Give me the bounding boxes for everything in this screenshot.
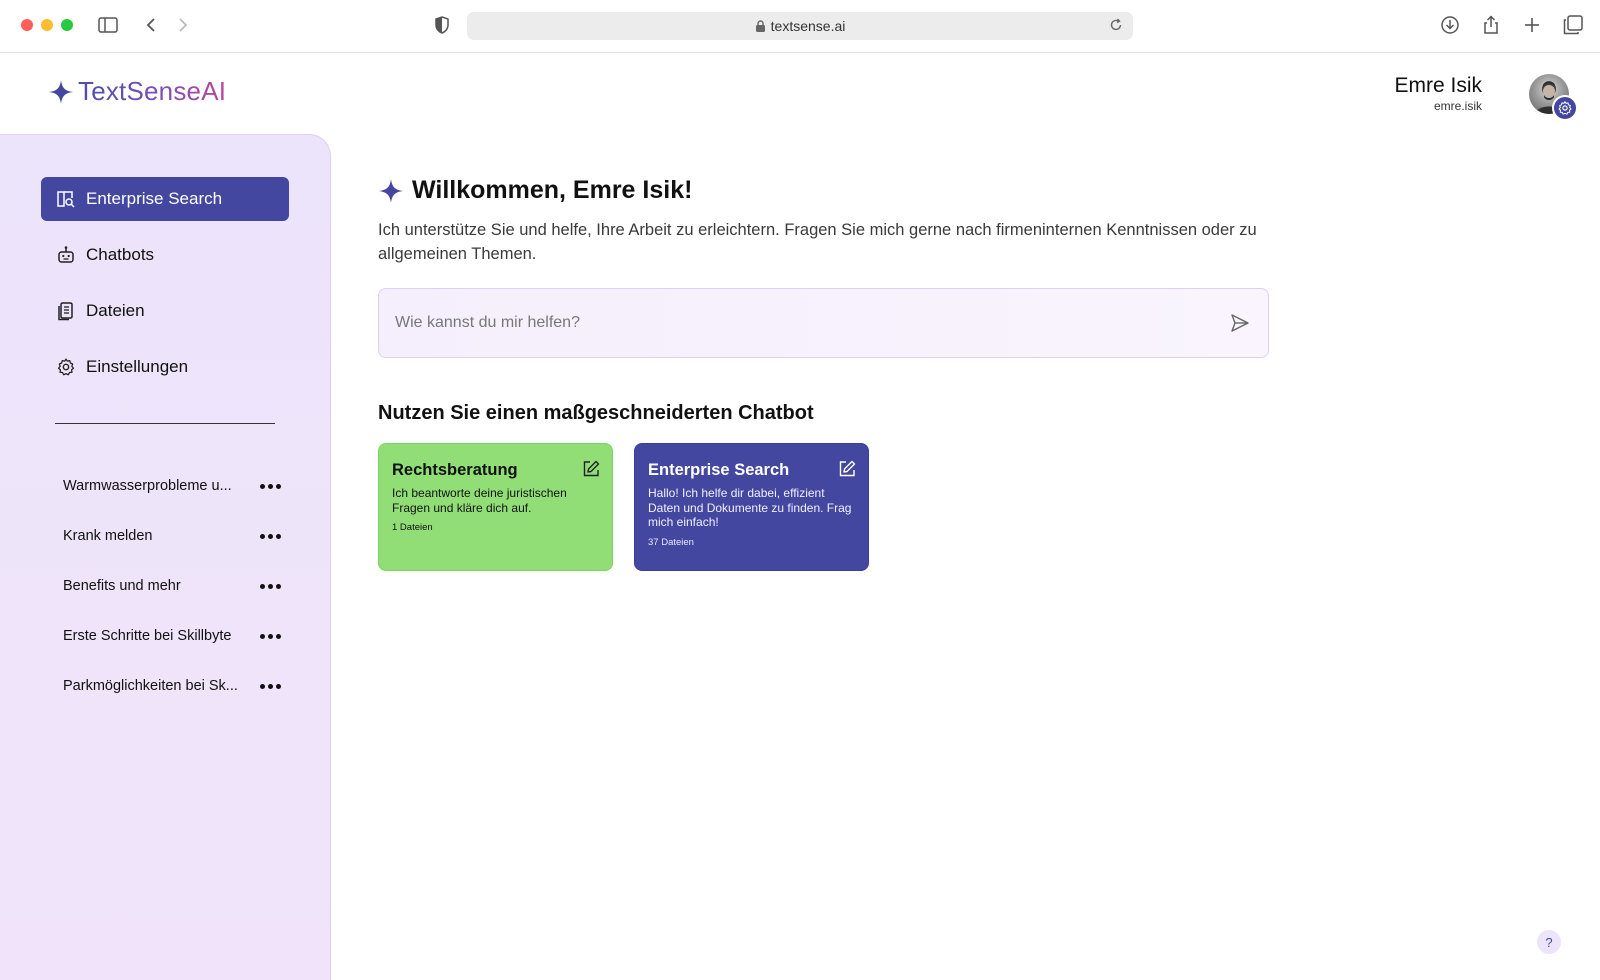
card-file-count: 1 Dateien xyxy=(392,522,433,533)
sidebar-item-label: Einstellungen xyxy=(86,357,189,376)
url-text: textsense.ai xyxy=(770,18,846,34)
edit-icon[interactable] xyxy=(838,460,856,478)
brand-logo[interactable]: TextSenseAI xyxy=(48,76,226,107)
chat-history-item[interactable]: Parkmöglichkeiten bei Sk... xyxy=(63,674,281,698)
help-label: ? xyxy=(1545,934,1553,950)
chat-history-label: Parkmöglichkeiten bei Sk... xyxy=(63,678,238,694)
files-icon xyxy=(56,301,76,321)
user-handle: emre.isik xyxy=(1433,99,1482,113)
browser-toolbar: textsense.ai xyxy=(0,0,1600,53)
back-icon[interactable] xyxy=(140,14,162,36)
user-name: Emre Isik xyxy=(1394,74,1482,97)
card-description: Ich beantworte deine juristischen Fragen… xyxy=(392,486,567,515)
chatbot-card-rechtsberatung[interactable]: Rechtsberatung Ich beantworte deine juri… xyxy=(378,443,613,571)
chat-history-label: Warmwasserprobleme u... xyxy=(63,478,232,494)
lock-icon xyxy=(755,20,765,32)
sparkle-icon xyxy=(49,79,73,104)
settings-gear-badge-icon[interactable] xyxy=(1552,95,1578,121)
zoom-window-button[interactable] xyxy=(61,19,73,31)
chat-history-label: Krank melden xyxy=(63,528,153,544)
new-tab-icon[interactable] xyxy=(1521,14,1543,36)
share-icon[interactable] xyxy=(1480,14,1502,36)
more-options-icon[interactable] xyxy=(260,633,281,639)
robot-icon xyxy=(56,245,76,265)
sidebar-item-label: Chatbots xyxy=(86,245,155,264)
tabs-overview-icon[interactable] xyxy=(1562,14,1584,36)
chat-history-label: Benefits und mehr xyxy=(63,578,181,594)
chat-history-item[interactable]: Krank melden xyxy=(63,524,281,548)
sidebar-item-einstellungen[interactable]: Einstellungen xyxy=(41,345,289,389)
send-icon[interactable] xyxy=(1228,311,1252,335)
download-icon[interactable] xyxy=(1439,14,1461,36)
more-options-icon[interactable] xyxy=(260,533,281,539)
brand-name: TextSenseAI xyxy=(78,76,227,106)
page-title: Willkommen, Emre Isik! xyxy=(412,176,693,204)
card-file-count: 37 Dateien xyxy=(648,536,694,548)
sidebar-item-label: Dateien xyxy=(86,301,145,320)
prompt-box xyxy=(378,288,1269,358)
chat-history-item[interactable]: Warmwasserprobleme u... xyxy=(63,474,281,498)
sidebar-item-dateien[interactable]: Dateien xyxy=(41,289,289,333)
minimize-window-button[interactable] xyxy=(41,19,53,31)
intro-text: Ich unterstütze Sie und helfe, Ihre Arbe… xyxy=(378,221,1257,263)
more-options-icon[interactable] xyxy=(260,583,281,589)
prompt-input[interactable] xyxy=(395,314,1228,332)
more-options-icon[interactable] xyxy=(260,683,281,689)
chat-history-item[interactable]: Benefits und mehr xyxy=(63,574,281,598)
gear-icon xyxy=(56,357,76,377)
sidebar: Enterprise Search Chatbots Dateien Einst… xyxy=(0,134,331,980)
address-bar[interactable]: textsense.ai xyxy=(467,12,1133,40)
user-info: Emre Isik emre.isik xyxy=(1394,74,1482,113)
reload-icon[interactable] xyxy=(1109,18,1123,32)
shield-icon[interactable] xyxy=(431,14,453,36)
chat-history-label: Erste Schritte bei Skillbyte xyxy=(63,628,232,644)
sidebar-item-enterprise-search[interactable]: Enterprise Search xyxy=(41,177,289,221)
more-options-icon[interactable] xyxy=(260,483,281,489)
chat-history-item[interactable]: Erste Schritte bei Skillbyte xyxy=(63,624,281,648)
card-title: Enterprise Search xyxy=(648,461,790,479)
card-title: Rechtsberatung xyxy=(392,461,518,479)
sparkle-icon xyxy=(379,178,403,203)
sidebar-item-label: Enterprise Search xyxy=(86,189,223,208)
card-description: Hallo! Ich helfe dir dabei, effizient Da… xyxy=(648,486,852,529)
forward-icon[interactable] xyxy=(172,14,194,36)
sidebar-item-chatbots[interactable]: Chatbots xyxy=(41,233,289,277)
edit-icon[interactable] xyxy=(582,460,600,478)
help-button[interactable]: ? xyxy=(1537,930,1561,954)
close-window-button[interactable] xyxy=(21,19,33,31)
sidebar-toggle-icon[interactable] xyxy=(97,14,119,36)
book-search-icon xyxy=(56,189,76,209)
sidebar-divider xyxy=(55,423,275,424)
chatbot-card-enterprise-search[interactable]: Enterprise Search Hallo! Ich helfe dir d… xyxy=(634,443,869,571)
section-title: Nutzen Sie einen maßgeschneiderten Chatb… xyxy=(378,402,814,424)
welcome-heading: Willkommen, Emre Isik! xyxy=(378,176,692,205)
